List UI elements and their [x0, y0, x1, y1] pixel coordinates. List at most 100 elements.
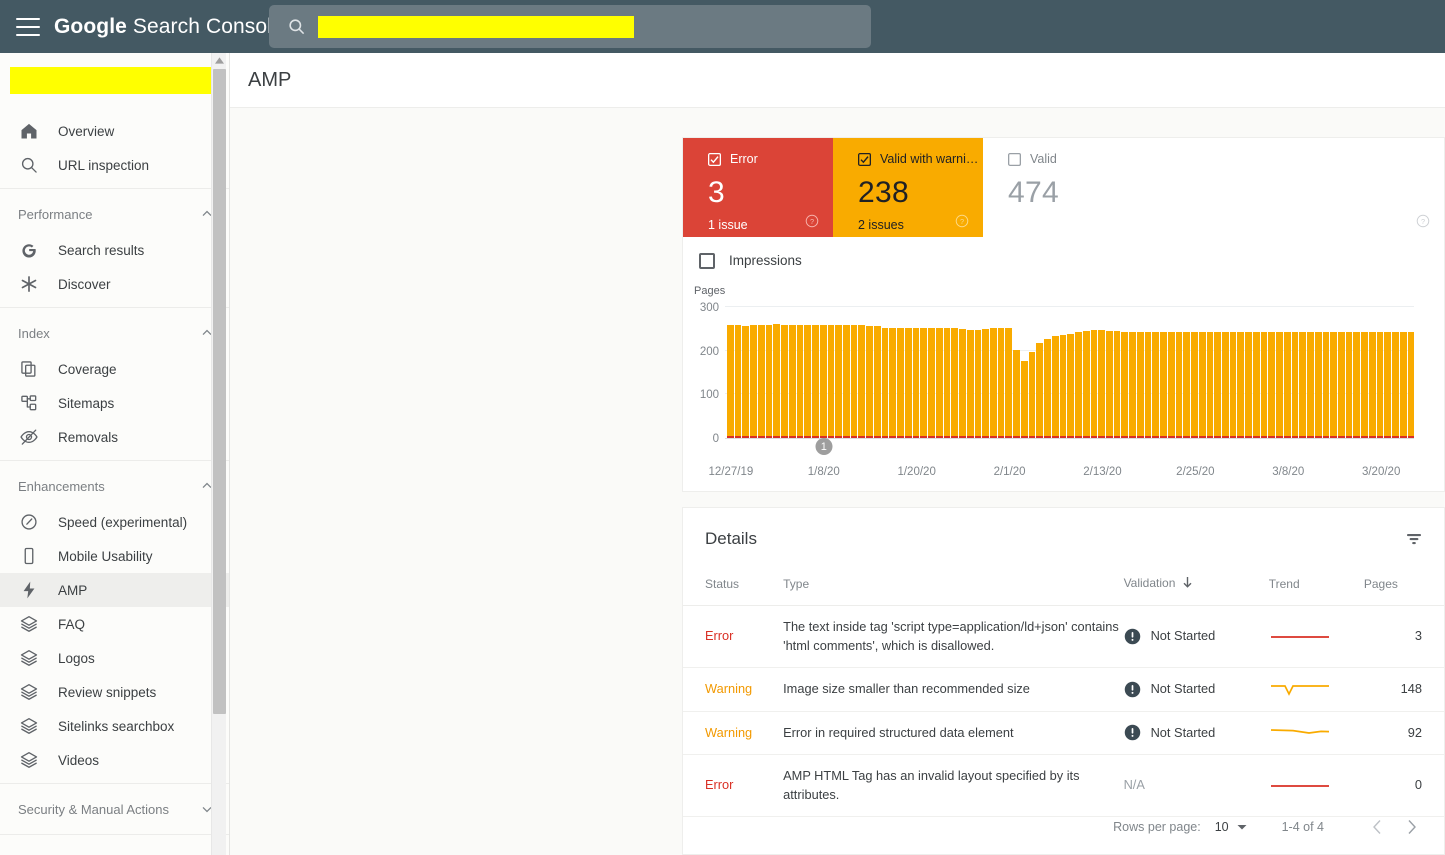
chart-bar[interactable]: [982, 329, 989, 438]
chart-bar[interactable]: [1198, 332, 1206, 438]
chart-bar[interactable]: [1222, 332, 1229, 438]
sidebar-item-speed-experimental[interactable]: Speed (experimental): [0, 505, 229, 539]
sidebar-item-overview[interactable]: Overview: [0, 114, 229, 148]
next-page-button[interactable]: [1394, 810, 1428, 844]
status-card-checkbox[interactable]: [1007, 152, 1022, 166]
sidebar-scrollbar-thumb[interactable]: [213, 69, 226, 714]
chart-bar[interactable]: [1206, 332, 1214, 438]
chart-bar[interactable]: [1005, 327, 1013, 438]
chart-bar[interactable]: [1105, 330, 1113, 438]
chart-bar[interactable]: [1291, 332, 1299, 438]
sidebar-group-index[interactable]: Index: [0, 314, 229, 352]
scroll-up-arrow-icon[interactable]: [212, 53, 227, 68]
status-card-error[interactable]: Error 3 1 issue?: [683, 138, 833, 237]
chart-bar[interactable]: [959, 329, 966, 438]
column-header-validation[interactable]: Validation: [1123, 570, 1269, 606]
chart-bar[interactable]: [928, 327, 935, 438]
property-selector[interactable]: [0, 53, 229, 108]
impressions-checkbox[interactable]: [699, 252, 715, 269]
global-search-bar[interactable]: [269, 5, 871, 48]
chart-bar[interactable]: [781, 325, 788, 438]
chart-bar[interactable]: [912, 327, 920, 438]
chart-bar[interactable]: [1020, 360, 1028, 438]
chart-bar[interactable]: [1407, 332, 1415, 438]
chart-bar[interactable]: [997, 327, 1005, 438]
table-row[interactable]: Error The text inside tag 'script type=ap…: [683, 605, 1444, 669]
chart-bar[interactable]: [796, 325, 804, 438]
chart-bar[interactable]: [804, 325, 812, 438]
help-icon[interactable]: ?: [955, 214, 969, 228]
sidebar-item-search-results[interactable]: Search results: [0, 233, 229, 267]
chart-bar[interactable]: [1175, 332, 1183, 438]
chart-bar[interactable]: [1090, 330, 1098, 438]
status-card-checkbox[interactable]: [707, 152, 722, 166]
chart-bar[interactable]: [1276, 332, 1283, 438]
chart-bar[interactable]: [1338, 332, 1345, 438]
chart-bar[interactable]: [1361, 332, 1368, 438]
chart-bar[interactable]: [881, 327, 889, 438]
chart-bar[interactable]: [1245, 332, 1252, 438]
chart-bar[interactable]: [1353, 332, 1361, 438]
chart-bar[interactable]: [835, 325, 843, 438]
sidebar-scrollbar[interactable]: [211, 53, 226, 855]
status-card-warning[interactable]: Valid with warnin… 238 2 issues?: [833, 138, 983, 237]
chart-bar[interactable]: [1260, 332, 1268, 438]
chart-bar[interactable]: [1036, 342, 1044, 438]
chart-bar[interactable]: [1330, 332, 1338, 438]
help-icon[interactable]: ?: [1416, 214, 1430, 228]
chart-bar[interactable]: [1059, 334, 1067, 438]
chart-bar[interactable]: [765, 324, 773, 438]
chart-bar[interactable]: [750, 325, 757, 438]
chart-bar[interactable]: [819, 325, 827, 438]
filter-icon[interactable]: [1404, 529, 1424, 549]
sidebar-item-coverage[interactable]: Coverage: [0, 352, 229, 386]
hamburger-menu-icon[interactable]: [16, 17, 40, 36]
sidebar-item-amp[interactable]: AMP: [0, 573, 229, 607]
table-row[interactable]: Warning Image size smaller than recommend…: [683, 667, 1444, 712]
chart-bar[interactable]: [1121, 332, 1129, 438]
chart-bar[interactable]: [1183, 332, 1191, 438]
chart-bar[interactable]: [742, 325, 750, 438]
help-icon[interactable]: ?: [805, 214, 819, 228]
chart-bar[interactable]: [1392, 332, 1399, 438]
chart-bar[interactable]: [974, 329, 982, 438]
sidebar-item-discover[interactable]: Discover: [0, 267, 229, 301]
chart-bar[interactable]: [757, 325, 765, 438]
sidebar-item-review-snippets[interactable]: Review snippets: [0, 675, 229, 709]
chart-annotation-marker[interactable]: 1: [815, 438, 833, 455]
chart-bar[interactable]: [1322, 332, 1330, 438]
column-header-pages[interactable]: Pages: [1363, 570, 1444, 606]
chart-bar[interactable]: [1129, 332, 1136, 438]
chart-bar[interactable]: [812, 325, 819, 438]
chart-bar[interactable]: [1075, 331, 1082, 438]
sidebar-item-faq[interactable]: FAQ: [0, 607, 229, 641]
chart-bar[interactable]: [1214, 332, 1221, 438]
sidebar-group-performance[interactable]: Performance: [0, 195, 229, 233]
chart-bar[interactable]: [734, 325, 742, 438]
chart-bar[interactable]: [873, 326, 881, 438]
sidebar-item-mobile-usability[interactable]: Mobile Usability: [0, 539, 229, 573]
chart-bar[interactable]: [1283, 332, 1291, 438]
chart-bar[interactable]: [1044, 339, 1051, 438]
chart-bar[interactable]: [920, 327, 928, 438]
table-row[interactable]: Warning Error in required structured data…: [683, 711, 1444, 756]
column-header-type[interactable]: Type: [783, 570, 1124, 606]
chart-bar[interactable]: [1098, 330, 1105, 438]
chart-bar[interactable]: [788, 324, 796, 438]
chart-bar[interactable]: [1191, 332, 1198, 438]
chart-bar[interactable]: [1067, 333, 1075, 438]
chart-bar[interactable]: [727, 325, 734, 438]
chart-bar[interactable]: [1384, 332, 1392, 438]
sidebar-group-enhancements[interactable]: Enhancements: [0, 467, 229, 505]
chart-bar[interactable]: [1051, 336, 1059, 438]
chart-bar[interactable]: [904, 327, 912, 438]
chart-bar[interactable]: [1229, 332, 1237, 438]
chart-bar[interactable]: [1028, 352, 1036, 438]
chart-bar[interactable]: [1252, 332, 1260, 438]
chart-bar[interactable]: [850, 325, 858, 438]
chart-bar[interactable]: [1113, 330, 1121, 438]
chart-bar[interactable]: [1268, 332, 1276, 438]
sidebar-item-removals[interactable]: Removals: [0, 420, 229, 454]
chevron-down-icon[interactable]: [1236, 821, 1248, 833]
sidebar-item-url-inspection[interactable]: URL inspection: [0, 148, 229, 182]
